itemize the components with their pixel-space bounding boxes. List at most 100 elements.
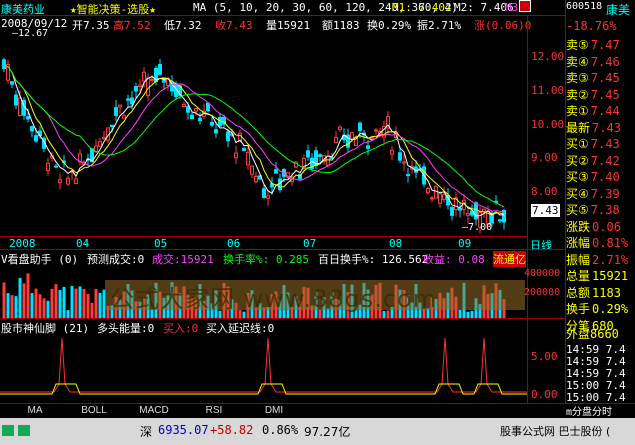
volume-bar: [14, 296, 18, 318]
candle-body: [194, 108, 198, 112]
index-percent: 0.86%: [262, 423, 299, 437]
candle-body: [158, 63, 162, 75]
candle-body: [122, 115, 126, 119]
quote-value: 2.71%: [592, 252, 629, 267]
candle-body: [254, 175, 258, 183]
buy-level: 买③ 7.40: [566, 168, 620, 185]
quote-label: 总额: [566, 285, 591, 300]
candle-body: [498, 219, 502, 222]
candle-body: [234, 152, 238, 159]
candle-body: [434, 186, 438, 199]
volume-bar: [62, 286, 66, 318]
candle-body: [142, 71, 146, 82]
quote-label: 卖③: [566, 71, 589, 85]
price-tick: 11.00: [531, 84, 565, 97]
volume-bar: [54, 284, 58, 318]
stat-row: 涨幅 0.81%: [566, 234, 628, 251]
side-code: 600518: [566, 1, 603, 12]
candle-body: [326, 155, 330, 166]
quote-label: 卖⑤: [566, 38, 589, 52]
candle-body: [114, 107, 118, 116]
watermark-text: 公式大家网 www.88gs.com: [110, 285, 438, 313]
tab-ma[interactable]: MA: [5, 405, 65, 416]
candle-body: [54, 165, 58, 168]
sell-level: 卖① 7.44: [566, 102, 620, 119]
index-value: 6935.07: [158, 423, 209, 437]
volume-bar: [42, 298, 46, 318]
candle-body: [450, 206, 454, 216]
tab-macd[interactable]: MACD: [124, 405, 184, 416]
volume-bar: [6, 293, 10, 318]
quote-label: 涨跌: [566, 219, 591, 234]
candle-body: [374, 129, 378, 132]
quote-label: 卖②: [566, 87, 589, 102]
status-bar: 深 6935.07 +58.82 0.86% 97.27亿 股事公式网 巴士股份…: [0, 418, 635, 445]
volume-bar: [10, 295, 14, 318]
candle-body: [430, 197, 434, 200]
volume-bar: [86, 293, 90, 318]
market-icon[interactable]: [2, 425, 14, 436]
stat-row: 振幅 2.71%: [566, 251, 628, 268]
m3-value: M3: [505, 1, 519, 14]
volume-bar: [82, 289, 86, 318]
candle-body: [2, 59, 6, 69]
price-tick: 12.00: [531, 50, 565, 63]
indicator-tick: 0.00: [531, 388, 558, 401]
quote-value: 7.45: [590, 71, 620, 85]
quote-label: 换手: [566, 302, 591, 316]
candle-body: [206, 102, 210, 112]
quote-label: 买②: [566, 153, 589, 168]
volume-bar: [470, 310, 474, 318]
candle-body: [262, 188, 266, 199]
candle-body: [190, 114, 194, 120]
quote-label: 买⑤: [566, 203, 589, 217]
volume-bar: [38, 294, 42, 318]
quote-label: 买③: [566, 170, 589, 184]
tab-rsi[interactable]: RSI: [184, 405, 244, 416]
indicator-chart[interactable]: [0, 334, 527, 402]
quote-label: 涨幅: [566, 236, 591, 250]
sell-level: 卖④ 7.46: [566, 53, 620, 70]
candlestick-chart[interactable]: [0, 30, 527, 235]
candle-body: [242, 148, 246, 151]
candle-body: [134, 86, 138, 92]
candle-body: [334, 136, 338, 144]
market-icon[interactable]: [18, 425, 30, 436]
low-marker: —7.00: [462, 222, 493, 233]
volume-bar: [18, 277, 22, 318]
candle-body: [350, 132, 354, 139]
volume-bar: [26, 273, 30, 318]
period-label[interactable]: 日线: [530, 237, 552, 253]
candle-body: [390, 149, 394, 155]
close-icon[interactable]: [519, 0, 531, 12]
quote-value: 7.46: [590, 54, 620, 69]
scroll-ticker[interactable]: 股事公式网 巴士股份 (: [500, 423, 610, 439]
volume-bar: [22, 283, 26, 318]
outer-volume: 外盘8660: [566, 327, 619, 341]
index-change: +58.82: [210, 423, 254, 437]
candle-body: [14, 94, 18, 106]
panel-footer[interactable]: m分盘分时: [566, 403, 612, 418]
candle-body: [34, 135, 38, 142]
candle-body: [10, 81, 14, 85]
volume-bar: [78, 286, 82, 318]
sell-level: 卖③ 7.45: [566, 69, 620, 86]
index-amount: 97.27亿: [304, 425, 351, 439]
candle-body: [198, 117, 202, 122]
candle-body: [406, 174, 410, 177]
quote-value: 7.38: [590, 203, 620, 217]
volume-bar: [90, 302, 94, 318]
stat-row: 总额 1183: [566, 284, 621, 301]
quote-label: 卖④: [566, 54, 589, 69]
candle-body: [138, 84, 142, 88]
quote-value: 7.47: [590, 38, 620, 52]
quote-value: 7.42: [590, 153, 620, 168]
candle-body: [102, 136, 106, 140]
candle-body: [146, 77, 150, 96]
tab-boll[interactable]: BOLL: [64, 405, 124, 416]
m1-value: M1: 7.402: [392, 1, 452, 14]
volume-bar: [2, 282, 6, 318]
indicator-tick: 5.00: [531, 350, 558, 363]
stat-row: 总量 15921: [566, 267, 628, 284]
tab-dmi[interactable]: DMI: [244, 405, 304, 416]
